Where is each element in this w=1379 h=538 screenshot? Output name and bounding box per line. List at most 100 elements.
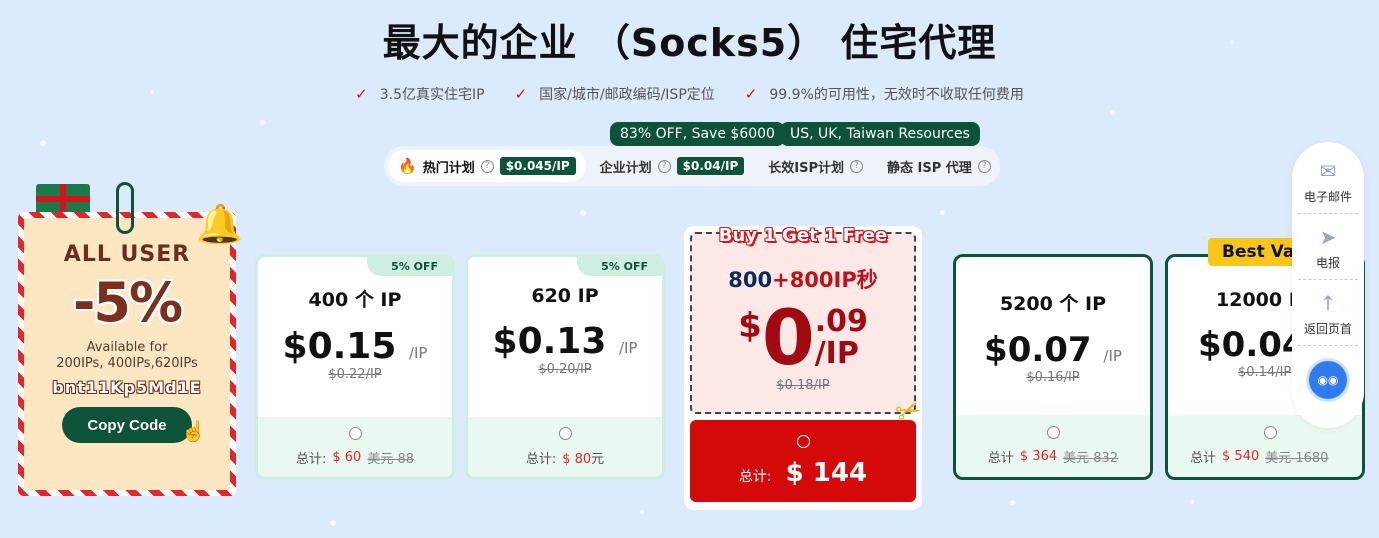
help-icon[interactable]: ? <box>977 159 991 173</box>
contact-side-panel: ✉ 电子邮件 ➤ 电报 ↑ 返回页首 ◉◉ <box>1292 142 1364 428</box>
telegram-icon: ➤ <box>1319 225 1337 249</box>
total-label: 总计 <box>987 451 1014 466</box>
plan-price: $0.15 /IP <box>258 326 452 367</box>
tab-price-chip: $0.045/IP <box>499 157 576 175</box>
help-icon[interactable]: ? <box>850 159 864 173</box>
plan-total: 总计: $ 80元 <box>526 448 604 467</box>
total-label: 总计: <box>525 452 557 467</box>
price-value: $0.13 <box>492 321 607 362</box>
original-total: 美元 832 <box>1063 451 1119 466</box>
price-unit: /IP <box>814 336 859 371</box>
plan-radio[interactable] <box>348 427 362 440</box>
tab-label: 静态 ISP 代理 <box>887 160 972 176</box>
old-price: $0.18/IP <box>776 378 830 393</box>
bell-icon: 🔔 <box>196 202 244 246</box>
feature-text: 99.9%的可用性，无效时不收取任何费用 <box>769 87 1024 103</box>
total-amount: $ 540 <box>1222 449 1260 464</box>
side-item-back-to-top[interactable]: ↑ 返回页首 <box>1298 292 1358 346</box>
plan-card-5200[interactable]: 5200 个 IP $0.07 /IP $0.16/IP 总计 $ 364 美元… <box>953 254 1153 480</box>
price-decimal: .09 <box>814 304 868 339</box>
old-price: $0.16/IP <box>1026 370 1080 385</box>
coupon-discount: -5% <box>72 271 183 334</box>
total-amount-group: $ 80元 <box>562 448 604 467</box>
feature-text: 3.5亿真实住宅IP <box>379 87 485 103</box>
availability-line: Available for <box>86 340 168 355</box>
tab-long-isp-plan[interactable]: 长效ISP计划 ? <box>758 150 873 182</box>
check-icon: ✓ <box>514 85 528 103</box>
copy-code-button[interactable]: Copy Code ☝ <box>62 407 206 443</box>
featured-upper: 800+800IP秒 $ 0 .09 /IP $0.18/IP <box>690 232 916 414</box>
page-title: 最大的企业 （Socks5） 住宅代理 <box>382 21 997 65</box>
feature-item: ✓ 3.5亿真实住宅IP <box>355 84 484 104</box>
tab-label: 热门计划 <box>422 160 475 176</box>
total-label: 总计: <box>738 468 772 485</box>
chat-bot-icon[interactable]: ◉◉ <box>1306 358 1350 402</box>
price-unit: /IP <box>618 339 638 357</box>
plan-footer: 总计 $ 364 美元 832 <box>956 415 1150 477</box>
tab-static-isp[interactable]: 静态 ISP 代理 ? <box>877 150 1001 182</box>
side-item-label: 返回页首 <box>1303 322 1352 336</box>
plan-name: 400 个 IP <box>308 289 402 311</box>
plan-radio[interactable] <box>558 427 572 440</box>
price-value: $0.15 <box>282 326 397 367</box>
old-price: $0.22/IP <box>328 367 382 382</box>
tab-enterprise-plan[interactable]: 企业计划 ? $0.04/IP <box>590 150 755 182</box>
feature-text: 国家/城市/邮政编码/ISP定位 <box>539 87 715 103</box>
feature-item: ✓ 国家/城市/邮政编码/ISP定位 <box>515 84 715 104</box>
plan-price: $0.07 /IP <box>956 330 1150 370</box>
side-item-telegram[interactable]: ➤ 电报 <box>1298 226 1358 280</box>
plan-card-400[interactable]: 5% OFF 400 个 IP $0.15 /IP $0.22/IP 总计: $… <box>255 254 455 480</box>
side-item-label: 电子邮件 <box>1303 190 1352 204</box>
tab-price-chip: $0.04/IP <box>676 157 745 175</box>
total-label: 总计: <box>295 452 327 467</box>
plan-radio[interactable] <box>1046 426 1060 439</box>
price-value: $0.07 <box>984 330 1092 370</box>
coupon-body: ALL USER -5% Available for 200IPs, 400IP… <box>24 218 230 490</box>
plan-price: $0.13 /IP <box>468 321 662 362</box>
plan-footer: 总计: $ 80元 <box>468 417 662 477</box>
availability-line: 200IPs, 400IPs,620IPs <box>56 356 198 371</box>
coupon-audience: ALL USER <box>63 242 191 267</box>
fire-icon: 🔥 <box>398 157 417 175</box>
discount-tag: 5% OFF <box>367 257 452 276</box>
check-icon: ✓ <box>355 85 368 103</box>
total-amount: $ 80 <box>562 452 592 467</box>
featured-plan-card[interactable]: Buy 1 Get 1 Free 800+800IP秒 $ 0 .09 /IP … <box>684 225 922 510</box>
plan-radio[interactable] <box>1264 426 1277 439</box>
plan-total: 总计 $ 364 美元 832 <box>988 447 1118 466</box>
total-amount: $ 144 <box>785 457 868 488</box>
price-right: .09 /IP <box>815 306 868 370</box>
feature-list: ✓ 3.5亿真实住宅IP ✓ 国家/城市/邮政编码/ISP定位 ✓ 99.9%的… <box>0 84 1379 104</box>
price-dollar: $ <box>738 306 762 346</box>
buy-one-get-one-banner: Buy 1 Get 1 Free <box>718 225 888 246</box>
check-icon: ✓ <box>744 85 758 103</box>
featured-name-count: 800 <box>728 268 773 292</box>
total-amount: $ 60 <box>332 450 362 465</box>
price-integer: 0 <box>761 293 815 382</box>
total-label: 总计 <box>1190 451 1217 466</box>
promo-badge-resources: US, UK, Taiwan Resources <box>780 122 980 152</box>
original-total: 美元 1680 <box>1265 451 1329 466</box>
plan-name: 5200 个 IP <box>999 293 1107 315</box>
mail-icon: ✉ <box>1319 159 1337 183</box>
help-icon[interactable]: ? <box>657 159 671 173</box>
price-unit: /IP <box>408 344 428 362</box>
plan-name: 620 IP <box>531 285 599 307</box>
tab-label: 长效ISP计划 <box>768 160 845 176</box>
featured-price: $ 0 .09 /IP <box>738 300 868 376</box>
tab-hot-plan[interactable]: 🔥 热门计划 ? $0.045/IP <box>388 150 586 182</box>
help-icon[interactable]: ? <box>480 159 494 173</box>
copy-code-label: Copy Code <box>87 416 167 434</box>
plan-total: 总计: $ 60 美元 88 <box>296 448 414 467</box>
promo-badge-save: 83% OFF, Save $6000 <box>610 122 785 152</box>
side-item-email[interactable]: ✉ 电子邮件 <box>1298 160 1358 214</box>
pointer-hand-icon: ☝ <box>181 421 206 443</box>
plan-radio[interactable] <box>796 434 810 448</box>
discount-tag: 5% OFF <box>577 257 662 276</box>
plan-total: 总计 $ 540 美元 1680 <box>1190 447 1328 466</box>
coupon-card: ALL USER -5% Available for 200IPs, 400IP… <box>18 212 236 496</box>
plan-tabs: 🔥 热门计划 ? $0.045/IP 企业计划 ? $0.04/IP 长效ISP… <box>384 146 1000 186</box>
plan-card-620[interactable]: 5% OFF 620 IP $0.13 /IP $0.20/IP 总计: $ 8… <box>465 254 665 480</box>
price-unit: /IP <box>1103 347 1122 365</box>
featured-name-bonus: +800IP秒 <box>772 268 878 292</box>
